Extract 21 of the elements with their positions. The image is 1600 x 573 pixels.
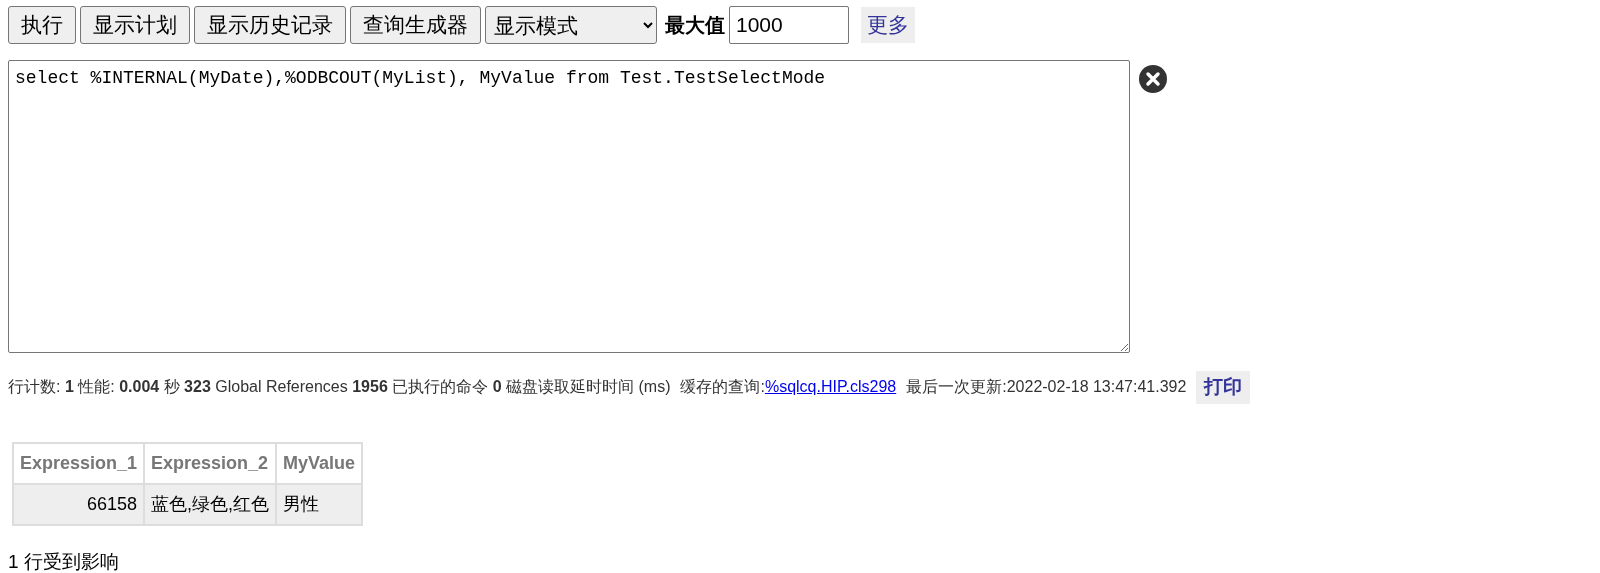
- table-cell: 蓝色,绿色,红色: [144, 483, 277, 525]
- toolbar-button[interactable]: 显示历史记录: [194, 6, 346, 44]
- rows-affected-text: 1 行受到影响: [8, 549, 120, 573]
- mode-select[interactable]: 显示模式: [485, 6, 657, 44]
- max-field[interactable]: 1000: [729, 6, 849, 44]
- table-cell: 男性: [276, 483, 363, 525]
- toolbar-button[interactable]: 查询生成器: [350, 6, 481, 44]
- cached-query-label: 缓存的查询:: [680, 378, 765, 396]
- more-link[interactable]: 更多: [861, 7, 915, 43]
- max-label: 最大值: [665, 13, 725, 38]
- column-header: Expression_2: [144, 442, 277, 484]
- column-header: Expression_1: [13, 442, 145, 484]
- query-field[interactable]: select %INTERNAL(MyDate),%ODBCOUT(MyList), MyValue from Test.TestSelectMode: [8, 60, 1130, 353]
- toolbar-button[interactable]: 显示计划: [80, 6, 190, 44]
- print-button[interactable]: 打印: [1196, 371, 1251, 404]
- stats-text: 行计数: 1 性能: 0.004 秒 323 Global References 1956 已执行的命令 0 磁盘读取延时时间 (ms): [8, 377, 671, 398]
- toolbar-button[interactable]: 执行: [8, 6, 76, 44]
- clear-icon[interactable]: [1138, 64, 1168, 94]
- last-update-text: 最后一次更新:2022-02-18 13:47:41.392: [906, 377, 1187, 398]
- column-header: MyValue: [276, 442, 363, 484]
- table-cell: 66158: [13, 483, 145, 525]
